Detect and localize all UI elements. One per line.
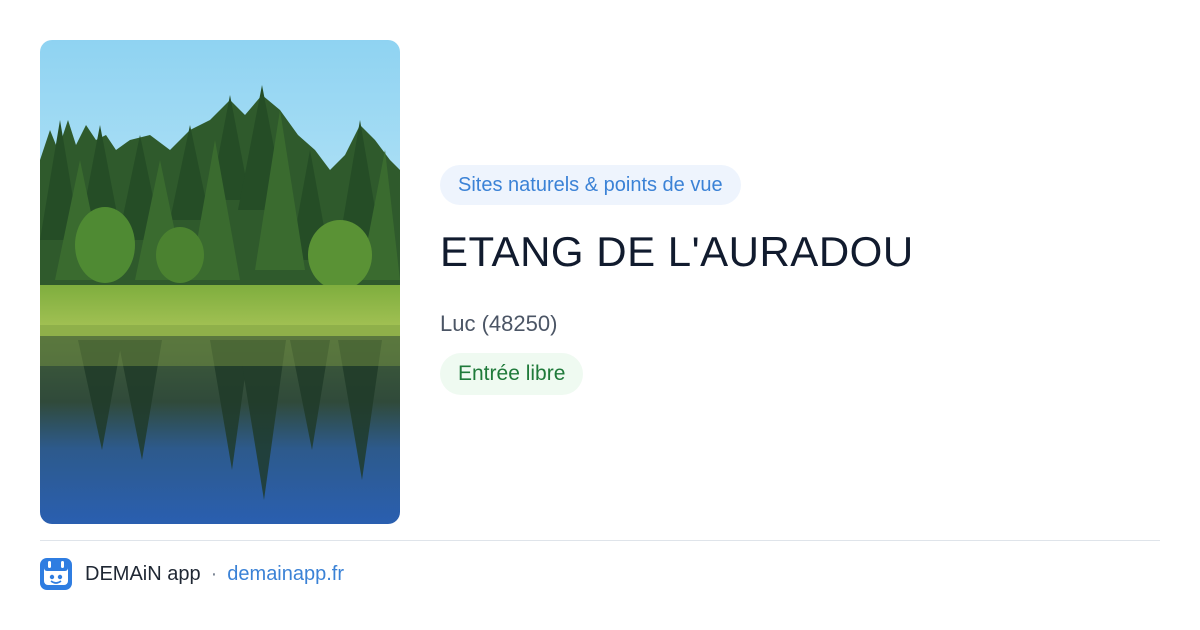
footer-divider: [40, 540, 1160, 541]
demain-app-logo-icon: [40, 558, 72, 590]
lake-forest-photo: [40, 40, 400, 524]
app-name: DEMAiN app: [85, 562, 201, 585]
place-photo: [40, 40, 400, 524]
footer: DEMAiN app · demainapp.fr: [40, 558, 344, 590]
footer-separator: ·: [210, 562, 218, 585]
access-badge: Entrée libre: [440, 353, 584, 395]
app-website-link[interactable]: demainapp.fr: [227, 563, 344, 586]
category-badge: Sites naturels & points de vue: [440, 165, 741, 205]
place-title: ETANG DE L'AURADOU: [440, 228, 914, 275]
place-info: Sites naturels & points de vue ETANG DE …: [440, 165, 1160, 395]
place-location: Luc (48250): [440, 311, 558, 336]
share-card: Sites naturels & points de vue ETANG DE …: [0, 0, 1200, 630]
